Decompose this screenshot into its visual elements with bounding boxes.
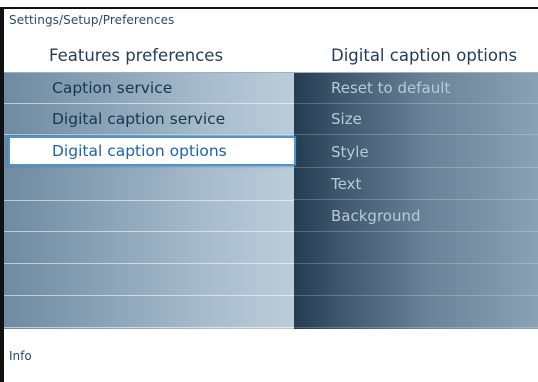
right-menu-item-label: Style bbox=[331, 143, 369, 161]
right-menu-item-size[interactable]: Size bbox=[294, 104, 538, 135]
breadcrumb: Settings/Setup/Preferences bbox=[9, 13, 175, 27]
left-menu-item-label: Digital caption service bbox=[52, 110, 226, 128]
left-menu-item-digital-caption-options[interactable]: Digital caption options bbox=[8, 136, 296, 166]
left-menu-item-empty[interactable] bbox=[4, 265, 294, 296]
left-menu-item-empty[interactable] bbox=[4, 170, 294, 201]
right-menu-item-empty[interactable] bbox=[294, 297, 538, 328]
info-label: Info bbox=[9, 349, 32, 363]
left-menu-item-empty[interactable] bbox=[4, 297, 294, 328]
left-column-title: Features preferences bbox=[49, 46, 224, 65]
right-menu-item-label: Size bbox=[331, 110, 362, 128]
left-menu-item-empty[interactable] bbox=[4, 233, 294, 264]
left-menu-item-empty[interactable] bbox=[4, 201, 294, 232]
right-menu-item-empty[interactable] bbox=[294, 265, 538, 296]
right-menu-item-label: Reset to default bbox=[331, 79, 451, 97]
tv-menu-screen: Settings/Setup/Preferences Features pref… bbox=[0, 0, 538, 382]
right-menu-item-background[interactable]: Background bbox=[294, 201, 538, 232]
right-menu-item-style[interactable]: Style bbox=[294, 137, 538, 168]
right-menu-item-reset-to-default[interactable]: Reset to default bbox=[294, 73, 538, 104]
left-menu-item-label: Caption service bbox=[52, 79, 173, 97]
right-menu-item-label: Text bbox=[331, 175, 362, 193]
left-menu-item-digital-caption-service[interactable]: Digital caption service bbox=[4, 104, 294, 135]
right-menu-item-text[interactable]: Text bbox=[294, 169, 538, 200]
top-border bbox=[0, 7, 538, 9]
left-menu-item-caption-service[interactable]: Caption service bbox=[4, 73, 294, 104]
info-area bbox=[4, 329, 538, 382]
right-column-title: Digital caption options bbox=[331, 46, 518, 65]
right-menu-item-empty[interactable] bbox=[294, 233, 538, 264]
left-menu-item-label: Digital caption options bbox=[52, 142, 227, 160]
right-menu-item-label: Background bbox=[331, 207, 421, 225]
